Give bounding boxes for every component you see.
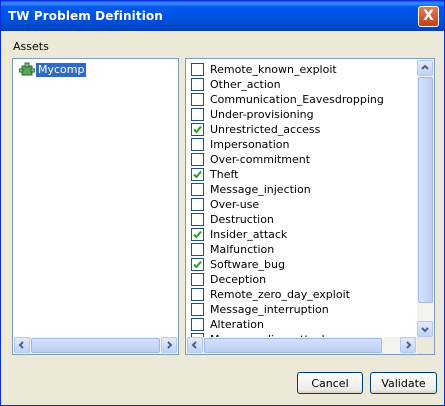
chevron-right-icon <box>167 341 173 349</box>
problems-checklist: Remote_known_exploit Other_action Communic… <box>186 59 418 338</box>
problem-checkbox[interactable] <box>191 273 204 286</box>
problem-label: Other_action <box>210 78 281 91</box>
scrollbar-corner <box>417 337 434 354</box>
problems-list-panel: Remote_known_exploit Other_action Communic… <box>185 58 435 355</box>
problem-item[interactable]: Remote_zero_day_exploit <box>191 287 350 302</box>
title-bar[interactable]: TW Problem Definition X <box>1 1 444 31</box>
problem-item[interactable]: Other_action <box>191 77 281 92</box>
component-icon <box>19 62 35 76</box>
checkmark-icon <box>193 170 202 179</box>
assets-horizontal-scrollbar[interactable] <box>13 337 178 354</box>
problem-checkbox[interactable] <box>191 318 204 331</box>
assets-tree-panel: Mycomp <box>12 58 179 355</box>
problem-label: Software_bug <box>210 258 285 271</box>
problem-checkbox[interactable] <box>191 78 204 91</box>
tree-item-mycomp[interactable]: Mycomp <box>19 62 87 78</box>
problem-checkbox[interactable] <box>191 288 204 301</box>
problem-checkbox[interactable] <box>191 198 204 211</box>
problem-item[interactable]: Under-provisioning <box>191 107 314 122</box>
vertical-scroll-thumb[interactable] <box>418 77 433 303</box>
problem-checkbox[interactable] <box>191 213 204 226</box>
problems-vertical-scrollbar[interactable] <box>417 59 434 338</box>
problem-item[interactable]: Destruction <box>191 212 274 227</box>
problem-label: Destruction <box>210 213 274 226</box>
problem-label: Deception <box>210 273 267 286</box>
problem-item[interactable]: Impersonation <box>191 137 289 152</box>
problem-label: Message_interruption <box>210 303 329 316</box>
scroll-up-button[interactable] <box>417 60 433 76</box>
problem-label: Under-provisioning <box>210 108 314 121</box>
chevron-left-icon <box>191 341 197 349</box>
problem-item[interactable]: Over-commitment <box>191 152 310 167</box>
problem-item[interactable]: Unrestricted_access <box>191 122 320 137</box>
problem-label: Over-use <box>210 198 260 211</box>
problem-checkbox[interactable] <box>191 168 204 181</box>
problem-checkbox[interactable] <box>191 93 204 106</box>
window-title: TW Problem Definition <box>8 9 163 23</box>
cancel-button[interactable]: Cancel <box>297 372 363 394</box>
problem-item[interactable]: Remote_known_exploit <box>191 62 337 77</box>
close-button[interactable]: X <box>418 6 439 27</box>
problem-item[interactable]: Message_interruption <box>191 302 329 317</box>
chevron-down-icon <box>421 327 429 333</box>
problem-checkbox[interactable] <box>191 153 204 166</box>
problem-item[interactable]: Message_injection <box>191 182 311 197</box>
problem-checkbox[interactable] <box>191 243 204 256</box>
problem-label: Unrestricted_access <box>210 123 321 136</box>
dialog-window: TW Problem Definition X Assets Mycomp Re… <box>0 0 445 406</box>
chevron-right-icon <box>406 341 412 349</box>
problems-horizontal-scrollbar[interactable] <box>186 337 417 354</box>
problem-item[interactable]: Malfunction <box>191 242 274 257</box>
problem-label: Remote_zero_day_exploit <box>210 288 350 301</box>
problem-item[interactable]: Communication_Eavesdropping <box>191 92 384 107</box>
problem-label: Communication_Eavesdropping <box>210 93 384 106</box>
problem-checkbox[interactable] <box>191 258 204 271</box>
checkmark-icon <box>193 125 202 134</box>
scroll-left-button[interactable] <box>14 337 30 353</box>
problem-label: Theft <box>210 168 239 181</box>
problem-label: Malfunction <box>210 243 275 256</box>
checkmark-icon <box>193 230 202 239</box>
problem-item[interactable]: Over-use <box>191 197 259 212</box>
scroll-down-button[interactable] <box>417 321 433 337</box>
problem-checkbox[interactable] <box>191 228 204 241</box>
problem-item[interactable]: Theft <box>191 167 238 182</box>
close-icon: X <box>423 8 434 24</box>
horizontal-scroll-thumb[interactable] <box>204 338 382 353</box>
problem-item[interactable]: Alteration <box>191 317 264 332</box>
assets-label: Assets <box>13 40 49 53</box>
problem-checkbox[interactable] <box>191 123 204 136</box>
scroll-right-button[interactable] <box>161 337 177 353</box>
problem-item[interactable]: Software_bug <box>191 257 285 272</box>
problem-label: Over-commitment <box>210 153 311 166</box>
problem-checkbox[interactable] <box>191 183 204 196</box>
horizontal-scroll-thumb[interactable] <box>31 338 160 353</box>
chevron-left-icon <box>18 341 24 349</box>
scroll-right-button[interactable] <box>400 337 416 353</box>
scroll-left-button[interactable] <box>187 337 203 353</box>
validate-button[interactable]: Validate <box>370 372 437 394</box>
problem-checkbox[interactable] <box>191 138 204 151</box>
problem-item[interactable]: Insider_attack <box>191 227 287 242</box>
problem-label: Alteration <box>210 318 264 331</box>
tree-item-label: Mycomp <box>36 63 87 77</box>
problem-label: Message_injection <box>210 183 311 196</box>
checkmark-icon <box>193 260 202 269</box>
problem-label: Insider_attack <box>210 228 288 241</box>
problem-label: Impersonation <box>210 138 290 151</box>
chevron-up-icon <box>421 64 429 70</box>
problem-checkbox[interactable] <box>191 108 204 121</box>
problem-checkbox[interactable] <box>191 303 204 316</box>
problem-checkbox[interactable] <box>191 63 204 76</box>
problem-label: Remote_known_exploit <box>210 63 337 76</box>
problem-item[interactable]: Deception <box>191 272 266 287</box>
